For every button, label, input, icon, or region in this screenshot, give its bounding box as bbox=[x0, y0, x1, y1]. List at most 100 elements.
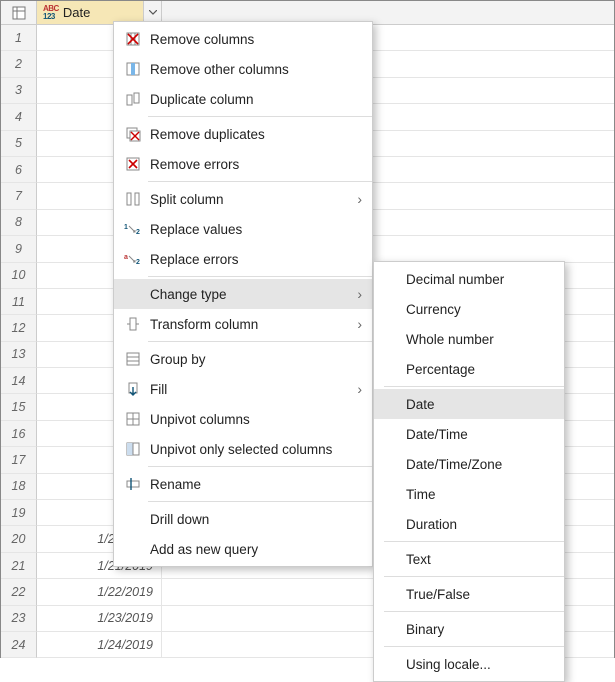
menu-label: Remove errors bbox=[146, 157, 362, 172]
transform-column-icon bbox=[120, 316, 146, 332]
menu-split-column[interactable]: Split column › bbox=[114, 184, 372, 214]
type-decimal[interactable]: Decimal number bbox=[374, 264, 564, 294]
rename-icon bbox=[120, 476, 146, 492]
row-header[interactable]: 3 bbox=[1, 78, 37, 104]
chevron-down-icon bbox=[149, 10, 157, 15]
menu-unpivot-columns[interactable]: Unpivot columns bbox=[114, 404, 372, 434]
row-header[interactable]: 16 bbox=[1, 421, 37, 447]
menu-label: Duration bbox=[402, 517, 554, 532]
row-header[interactable]: 9 bbox=[1, 236, 37, 262]
menu-separator bbox=[384, 541, 564, 542]
svg-text:2: 2 bbox=[136, 229, 140, 236]
menu-change-type[interactable]: Change type › bbox=[114, 279, 372, 309]
menu-rename[interactable]: Rename bbox=[114, 469, 372, 499]
menu-label: Group by bbox=[146, 352, 362, 367]
table-corner[interactable] bbox=[1, 1, 37, 25]
row-header[interactable]: 8 bbox=[1, 210, 37, 236]
row-header[interactable]: 24 bbox=[1, 632, 37, 658]
type-time[interactable]: Time bbox=[374, 479, 564, 509]
menu-label: Change type bbox=[146, 287, 348, 302]
menu-label: Unpivot columns bbox=[146, 412, 362, 427]
menu-remove-other-columns[interactable]: Remove other columns bbox=[114, 54, 372, 84]
menu-label: Rename bbox=[146, 477, 362, 492]
type-duration[interactable]: Duration bbox=[374, 509, 564, 539]
menu-label: Text bbox=[402, 552, 554, 567]
row-header[interactable]: 20 bbox=[1, 526, 37, 552]
duplicate-column-icon bbox=[120, 91, 146, 107]
menu-label: True/False bbox=[402, 587, 554, 602]
type-binary[interactable]: Binary bbox=[374, 614, 564, 644]
menu-label: Remove duplicates bbox=[146, 127, 362, 142]
fill-icon bbox=[120, 381, 146, 397]
row-header[interactable]: 1 bbox=[1, 25, 37, 51]
menu-separator bbox=[384, 611, 564, 612]
menu-label: Replace errors bbox=[146, 252, 362, 267]
submenu-arrow-icon: › bbox=[348, 286, 362, 302]
type-date[interactable]: Date bbox=[374, 389, 564, 419]
menu-replace-values[interactable]: 12 Replace values bbox=[114, 214, 372, 244]
menu-replace-errors[interactable]: a2 Replace errors bbox=[114, 244, 372, 274]
row-header[interactable]: 18 bbox=[1, 474, 37, 500]
menu-label: Date/Time/Zone bbox=[402, 457, 554, 472]
cell-date[interactable]: 1/24/2019 bbox=[37, 632, 162, 658]
split-column-icon bbox=[120, 191, 146, 207]
replace-errors-icon: a2 bbox=[120, 252, 146, 266]
group-by-icon bbox=[120, 351, 146, 367]
menu-duplicate-column[interactable]: Duplicate column bbox=[114, 84, 372, 114]
row-header[interactable]: 15 bbox=[1, 394, 37, 420]
type-currency[interactable]: Currency bbox=[374, 294, 564, 324]
row-header[interactable]: 12 bbox=[1, 315, 37, 341]
svg-text:a: a bbox=[124, 254, 128, 261]
row-header[interactable]: 13 bbox=[1, 342, 37, 368]
menu-label: Unpivot only selected columns bbox=[146, 442, 362, 457]
menu-label: Decimal number bbox=[402, 272, 554, 287]
cell-date[interactable]: 1/22/2019 bbox=[37, 579, 162, 605]
menu-label: Transform column bbox=[146, 317, 348, 332]
menu-transform-column[interactable]: Transform column › bbox=[114, 309, 372, 339]
menu-label: Percentage bbox=[402, 362, 554, 377]
menu-group-by[interactable]: Group by bbox=[114, 344, 372, 374]
row-header[interactable]: 19 bbox=[1, 500, 37, 526]
menu-label: Add as new query bbox=[146, 542, 362, 557]
row-header[interactable]: 22 bbox=[1, 579, 37, 605]
menu-label: Time bbox=[402, 487, 554, 502]
menu-unpivot-selected[interactable]: Unpivot only selected columns bbox=[114, 434, 372, 464]
type-truefalse[interactable]: True/False bbox=[374, 579, 564, 609]
row-header[interactable]: 7 bbox=[1, 183, 37, 209]
menu-label: Date bbox=[402, 397, 554, 412]
menu-add-as-new-query[interactable]: Add as new query bbox=[114, 534, 372, 564]
type-using-locale[interactable]: Using locale... bbox=[374, 649, 564, 679]
menu-label: Split column bbox=[146, 192, 348, 207]
row-header[interactable]: 2 bbox=[1, 51, 37, 77]
row-header[interactable]: 17 bbox=[1, 447, 37, 473]
menu-drill-down[interactable]: Drill down bbox=[114, 504, 372, 534]
row-header[interactable]: 14 bbox=[1, 368, 37, 394]
row-header[interactable]: 10 bbox=[1, 263, 37, 289]
row-header[interactable]: 6 bbox=[1, 157, 37, 183]
type-percentage[interactable]: Percentage bbox=[374, 354, 564, 384]
type-datetime[interactable]: Date/Time bbox=[374, 419, 564, 449]
type-text[interactable]: Text bbox=[374, 544, 564, 574]
menu-label: Binary bbox=[402, 622, 554, 637]
row-header[interactable]: 5 bbox=[1, 131, 37, 157]
menu-remove-duplicates[interactable]: Remove duplicates bbox=[114, 119, 372, 149]
menu-separator bbox=[384, 576, 564, 577]
menu-label: Replace values bbox=[146, 222, 362, 237]
type-datetimezone[interactable]: Date/Time/Zone bbox=[374, 449, 564, 479]
submenu-arrow-icon: › bbox=[348, 381, 362, 397]
menu-remove-columns[interactable]: Remove columns bbox=[114, 24, 372, 54]
remove-errors-icon bbox=[120, 156, 146, 172]
type-whole-number[interactable]: Whole number bbox=[374, 324, 564, 354]
row-header[interactable]: 4 bbox=[1, 104, 37, 130]
unpivot-selected-icon bbox=[120, 441, 146, 457]
menu-remove-errors[interactable]: Remove errors bbox=[114, 149, 372, 179]
menu-separator bbox=[148, 341, 372, 342]
unpivot-icon bbox=[120, 411, 146, 427]
menu-label: Using locale... bbox=[402, 657, 554, 672]
cell-date[interactable]: 1/23/2019 bbox=[37, 606, 162, 632]
menu-fill[interactable]: Fill › bbox=[114, 374, 372, 404]
row-header[interactable]: 23 bbox=[1, 606, 37, 632]
column-context-menu: Remove columns Remove other columns Dupl… bbox=[113, 21, 373, 567]
row-header[interactable]: 11 bbox=[1, 289, 37, 315]
row-header[interactable]: 21 bbox=[1, 553, 37, 579]
